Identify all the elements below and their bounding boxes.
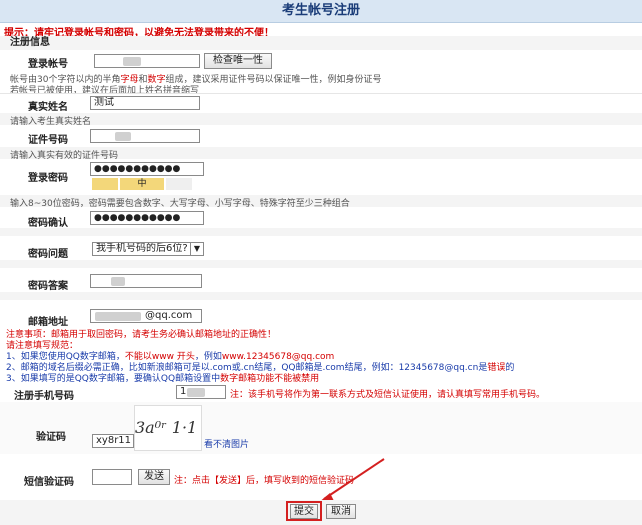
password-hint: 输入8~30位密码，密码需要包含数字、大写字母、小写字母、特殊字符至少三种组合	[10, 199, 350, 209]
submit-button[interactable]: 提交	[290, 504, 318, 519]
account-label: 登录帐号	[28, 59, 68, 70]
account-input[interactable]	[94, 54, 200, 68]
captcha-label: 验证码	[36, 432, 66, 443]
redacted-value	[115, 132, 131, 141]
realname-label: 真实姓名	[28, 102, 68, 113]
phone-note: 注：该手机号将作为第一联系方式及短信认证使用，请认真填写常用手机号码。	[230, 390, 546, 400]
redacted-value	[111, 277, 125, 286]
realname-hint: 请输入考生真实姓名	[10, 117, 92, 127]
redacted-value	[95, 312, 141, 321]
redacted-value	[123, 57, 141, 66]
phone-label: 注册手机号码	[14, 391, 74, 402]
password-label: 登录密码	[28, 173, 68, 184]
email-note-5: 3、如果填写的是QQ数字邮箱，要确认QQ邮箱设置中数字邮箱功能不能被禁用	[6, 374, 320, 384]
strength-bar-medium: 中	[120, 178, 164, 190]
annotation-arrow-icon	[318, 458, 385, 503]
question-selected-value: 我手机号码的后6位?	[96, 243, 188, 254]
sms-input[interactable]	[92, 469, 132, 485]
email-input[interactable]: @qq.com	[90, 309, 202, 323]
password-confirm-label: 密码确认	[28, 218, 68, 229]
email-label: 邮箱地址	[28, 317, 68, 328]
question-label: 密码问题	[28, 249, 68, 260]
question-select[interactable]: 我手机号码的后6位? ▼	[92, 242, 204, 256]
chevron-down-icon[interactable]: ▼	[190, 243, 203, 255]
captcha-input[interactable]: xy8r11	[92, 434, 134, 448]
password-confirm-input[interactable]: ●●●●●●●●●●●	[90, 211, 204, 225]
strength-bar-weak	[92, 178, 118, 190]
email-domain: @qq.com	[145, 310, 193, 321]
section-title: 注册信息	[0, 36, 642, 50]
send-sms-button[interactable]: 发送	[138, 469, 170, 485]
answer-input[interactable]	[90, 274, 202, 288]
captcha-image[interactable]: 3a⁰ʳ 1·1	[134, 405, 202, 451]
hint-row-bg	[0, 113, 642, 125]
spacer-row-bg	[0, 228, 642, 236]
page-title: 考生帐号注册	[0, 0, 642, 23]
password-input[interactable]: ●●●●●●●●●●●	[90, 162, 204, 176]
captcha-refresh-link[interactable]: 看不清图片	[204, 437, 249, 450]
cancel-button[interactable]: 取消	[326, 504, 356, 519]
check-unique-button[interactable]: 检查唯一性	[204, 53, 272, 69]
phone-prefix: 1	[180, 386, 187, 397]
idnum-input[interactable]	[90, 129, 200, 143]
idnum-label: 证件号码	[28, 135, 68, 146]
phone-input[interactable]: 1	[176, 385, 226, 399]
realname-input[interactable]: 测试	[90, 96, 200, 110]
divider	[0, 93, 642, 94]
spacer-row-bg	[0, 292, 642, 300]
spacer-row-bg	[0, 260, 642, 268]
idnum-hint: 请输入真实有效的证件号码	[10, 151, 119, 161]
answer-label: 密码答案	[28, 281, 68, 292]
strength-bar-strong	[166, 178, 192, 190]
sms-label: 短信验证码	[24, 477, 74, 488]
account-hint-2: 若帐号已被使用，建议在后面加上姓名拼音缩写	[10, 86, 200, 96]
redacted-value	[187, 388, 205, 397]
